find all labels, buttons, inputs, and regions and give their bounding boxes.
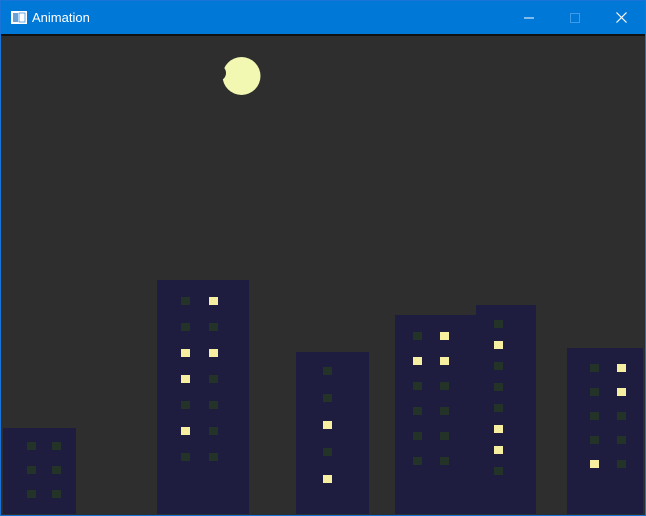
building-window [494, 467, 503, 475]
building-window [52, 442, 61, 450]
building-window-lit [494, 425, 503, 433]
building-window [617, 436, 626, 444]
close-button[interactable] [598, 1, 644, 34]
building-window [209, 375, 218, 383]
building-window [209, 453, 218, 461]
building-window [590, 364, 599, 372]
building-window [413, 332, 422, 340]
building-window-lit [181, 427, 190, 435]
building-window [27, 442, 36, 450]
building-window [590, 412, 599, 420]
building-window-lit [209, 349, 218, 357]
building-window [617, 460, 626, 468]
building-window-lit [181, 375, 190, 383]
building-window [494, 404, 503, 412]
building-window-lit [440, 332, 449, 340]
building-window-lit [413, 357, 422, 365]
building-window-lit [617, 388, 626, 396]
building-window [413, 432, 422, 440]
building-4 [395, 315, 477, 514]
building-window-lit [590, 460, 599, 468]
building-5 [476, 305, 536, 514]
building-window-lit [181, 349, 190, 357]
building-window [323, 394, 332, 402]
building-window [440, 407, 449, 415]
building-window [617, 412, 626, 420]
building-window [323, 448, 332, 456]
building-window [209, 323, 218, 331]
app-window-icon [11, 11, 27, 24]
building-window-lit [209, 297, 218, 305]
building-window-lit [617, 364, 626, 372]
building-window-lit [440, 357, 449, 365]
building-6 [567, 348, 643, 514]
minimize-icon [524, 17, 534, 18]
building-window [209, 427, 218, 435]
building-1 [3, 428, 76, 514]
building-window-lit [323, 421, 332, 429]
building-window [413, 382, 422, 390]
building-window [440, 432, 449, 440]
building-window [27, 466, 36, 474]
building-window [494, 362, 503, 370]
building-window [181, 401, 190, 409]
building-window-lit [323, 475, 332, 483]
building-window [52, 490, 61, 498]
building-window [181, 323, 190, 331]
building-window [413, 407, 422, 415]
building-window [52, 466, 61, 474]
window-title: Animation [32, 10, 90, 25]
building-window [181, 453, 190, 461]
app-window: Animation [0, 0, 646, 516]
building-3 [296, 352, 369, 514]
building-window [494, 320, 503, 328]
title-bar[interactable]: Animation [1, 1, 645, 34]
close-icon [615, 12, 627, 23]
building-window [440, 457, 449, 465]
animation-canvas [3, 36, 643, 514]
building-2 [157, 280, 249, 514]
building-window [27, 490, 36, 498]
minimize-button[interactable] [506, 1, 552, 34]
building-window [494, 383, 503, 391]
maximize-button[interactable] [552, 1, 598, 34]
maximize-icon [570, 12, 580, 23]
building-window [413, 457, 422, 465]
building-window [209, 401, 218, 409]
building-window [323, 367, 332, 375]
building-window [590, 388, 599, 396]
building-window-lit [494, 341, 503, 349]
building-window [590, 436, 599, 444]
building-window-lit [494, 446, 503, 454]
building-window [440, 382, 449, 390]
building-window [181, 297, 190, 305]
